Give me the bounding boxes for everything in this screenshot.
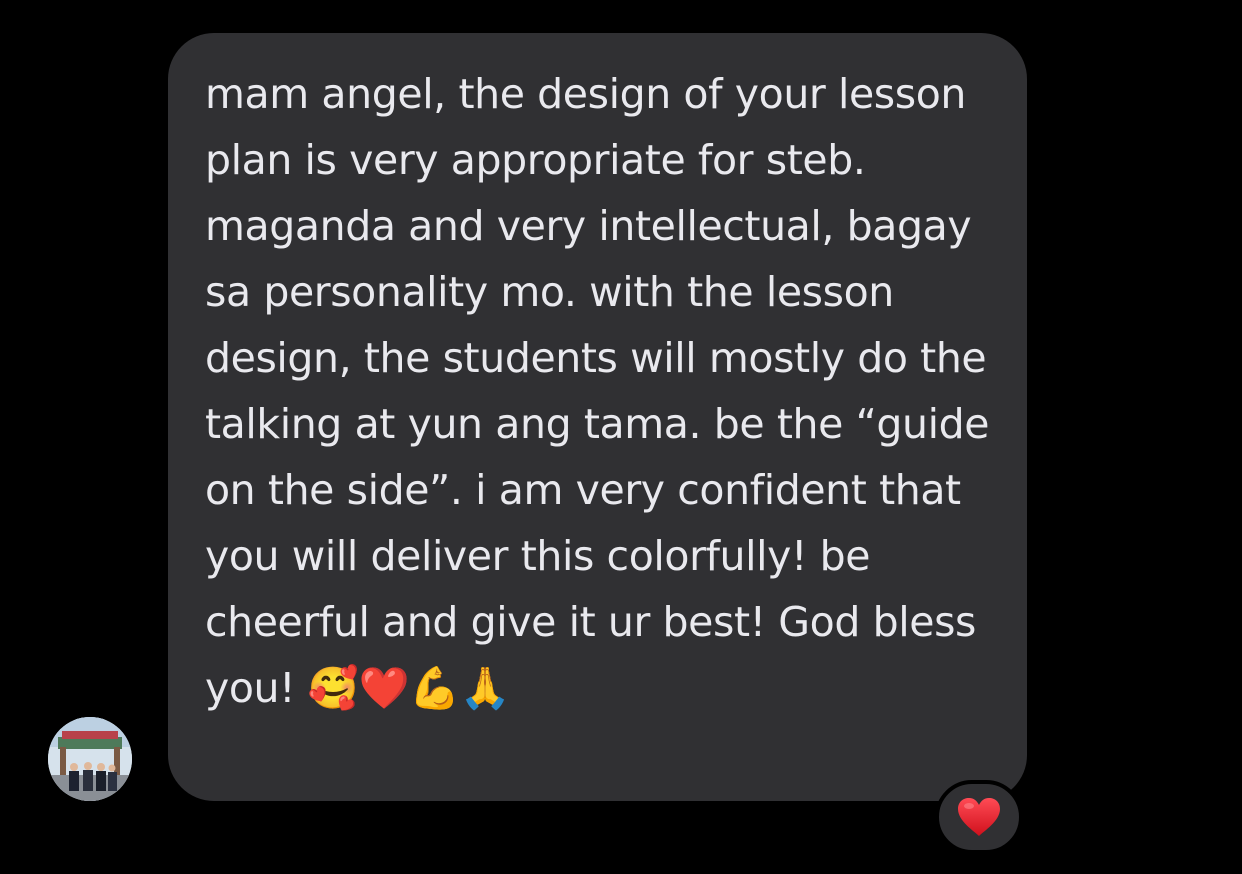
avatar-photo-icon <box>48 717 132 801</box>
message-text: mam angel, the design of your lesson pla… <box>205 70 990 712</box>
reaction-badge[interactable] <box>935 780 1023 854</box>
contact-avatar[interactable] <box>48 717 132 801</box>
heart-icon <box>958 798 1000 836</box>
chat-area: mam angel, the design of your lesson pla… <box>0 0 1242 874</box>
message-bubble[interactable]: mam angel, the design of your lesson pla… <box>168 33 1027 801</box>
